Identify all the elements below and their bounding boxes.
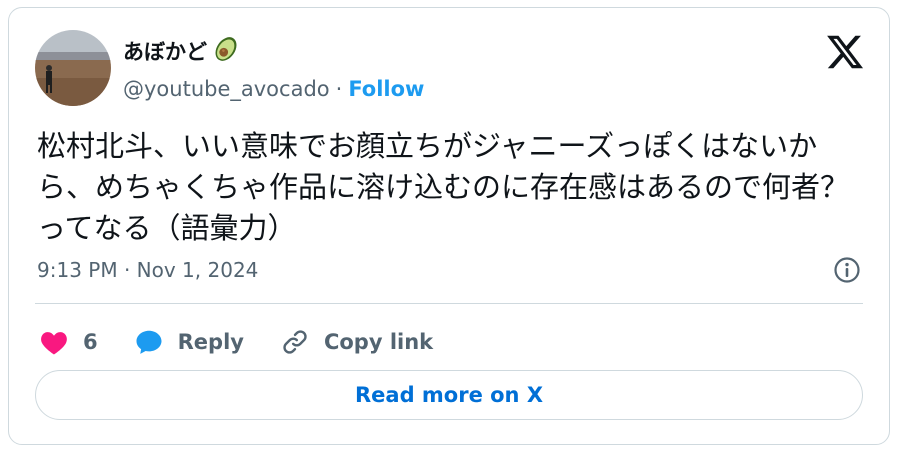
reply-label: Reply (177, 330, 244, 354)
separator-dot: · (335, 77, 343, 101)
read-more-button[interactable]: Read more on X (35, 370, 863, 420)
link-icon (280, 327, 310, 357)
speech-bubble-icon (134, 328, 164, 356)
x-logo-icon[interactable] (825, 32, 865, 72)
like-button[interactable]: 6 (39, 328, 98, 356)
read-more-label: Read more on X (354, 383, 544, 407)
display-name[interactable]: あぼかど (123, 36, 207, 66)
copy-link-button[interactable]: Copy link (280, 327, 433, 357)
avatar[interactable] (35, 30, 111, 106)
like-count: 6 (83, 330, 98, 354)
avocado-icon (211, 34, 241, 68)
heart-icon (39, 328, 69, 356)
reply-button[interactable]: Reply (134, 328, 244, 356)
info-icon[interactable] (833, 256, 861, 284)
tweet-timestamp[interactable]: 9:13 PM · Nov 1, 2024 (37, 258, 258, 282)
handle-row: @youtube_avocado · Follow (123, 74, 424, 104)
tweet-card: あぼかど @youtube_avocado · Follow 松村北斗、いい意味… (8, 7, 890, 445)
action-bar: 6 Reply Copy link (39, 322, 469, 362)
follow-button[interactable]: Follow (348, 77, 424, 101)
copy-link-label: Copy link (323, 330, 434, 354)
divider (35, 303, 863, 304)
display-name-row[interactable]: あぼかど (123, 36, 241, 66)
user-handle[interactable]: @youtube_avocado (123, 77, 330, 101)
tweet-text: 松村北斗、いい意味でお顔立ちがジャニーズっぽくはないから、めちゃくちゃ作品に溶け… (37, 129, 850, 245)
